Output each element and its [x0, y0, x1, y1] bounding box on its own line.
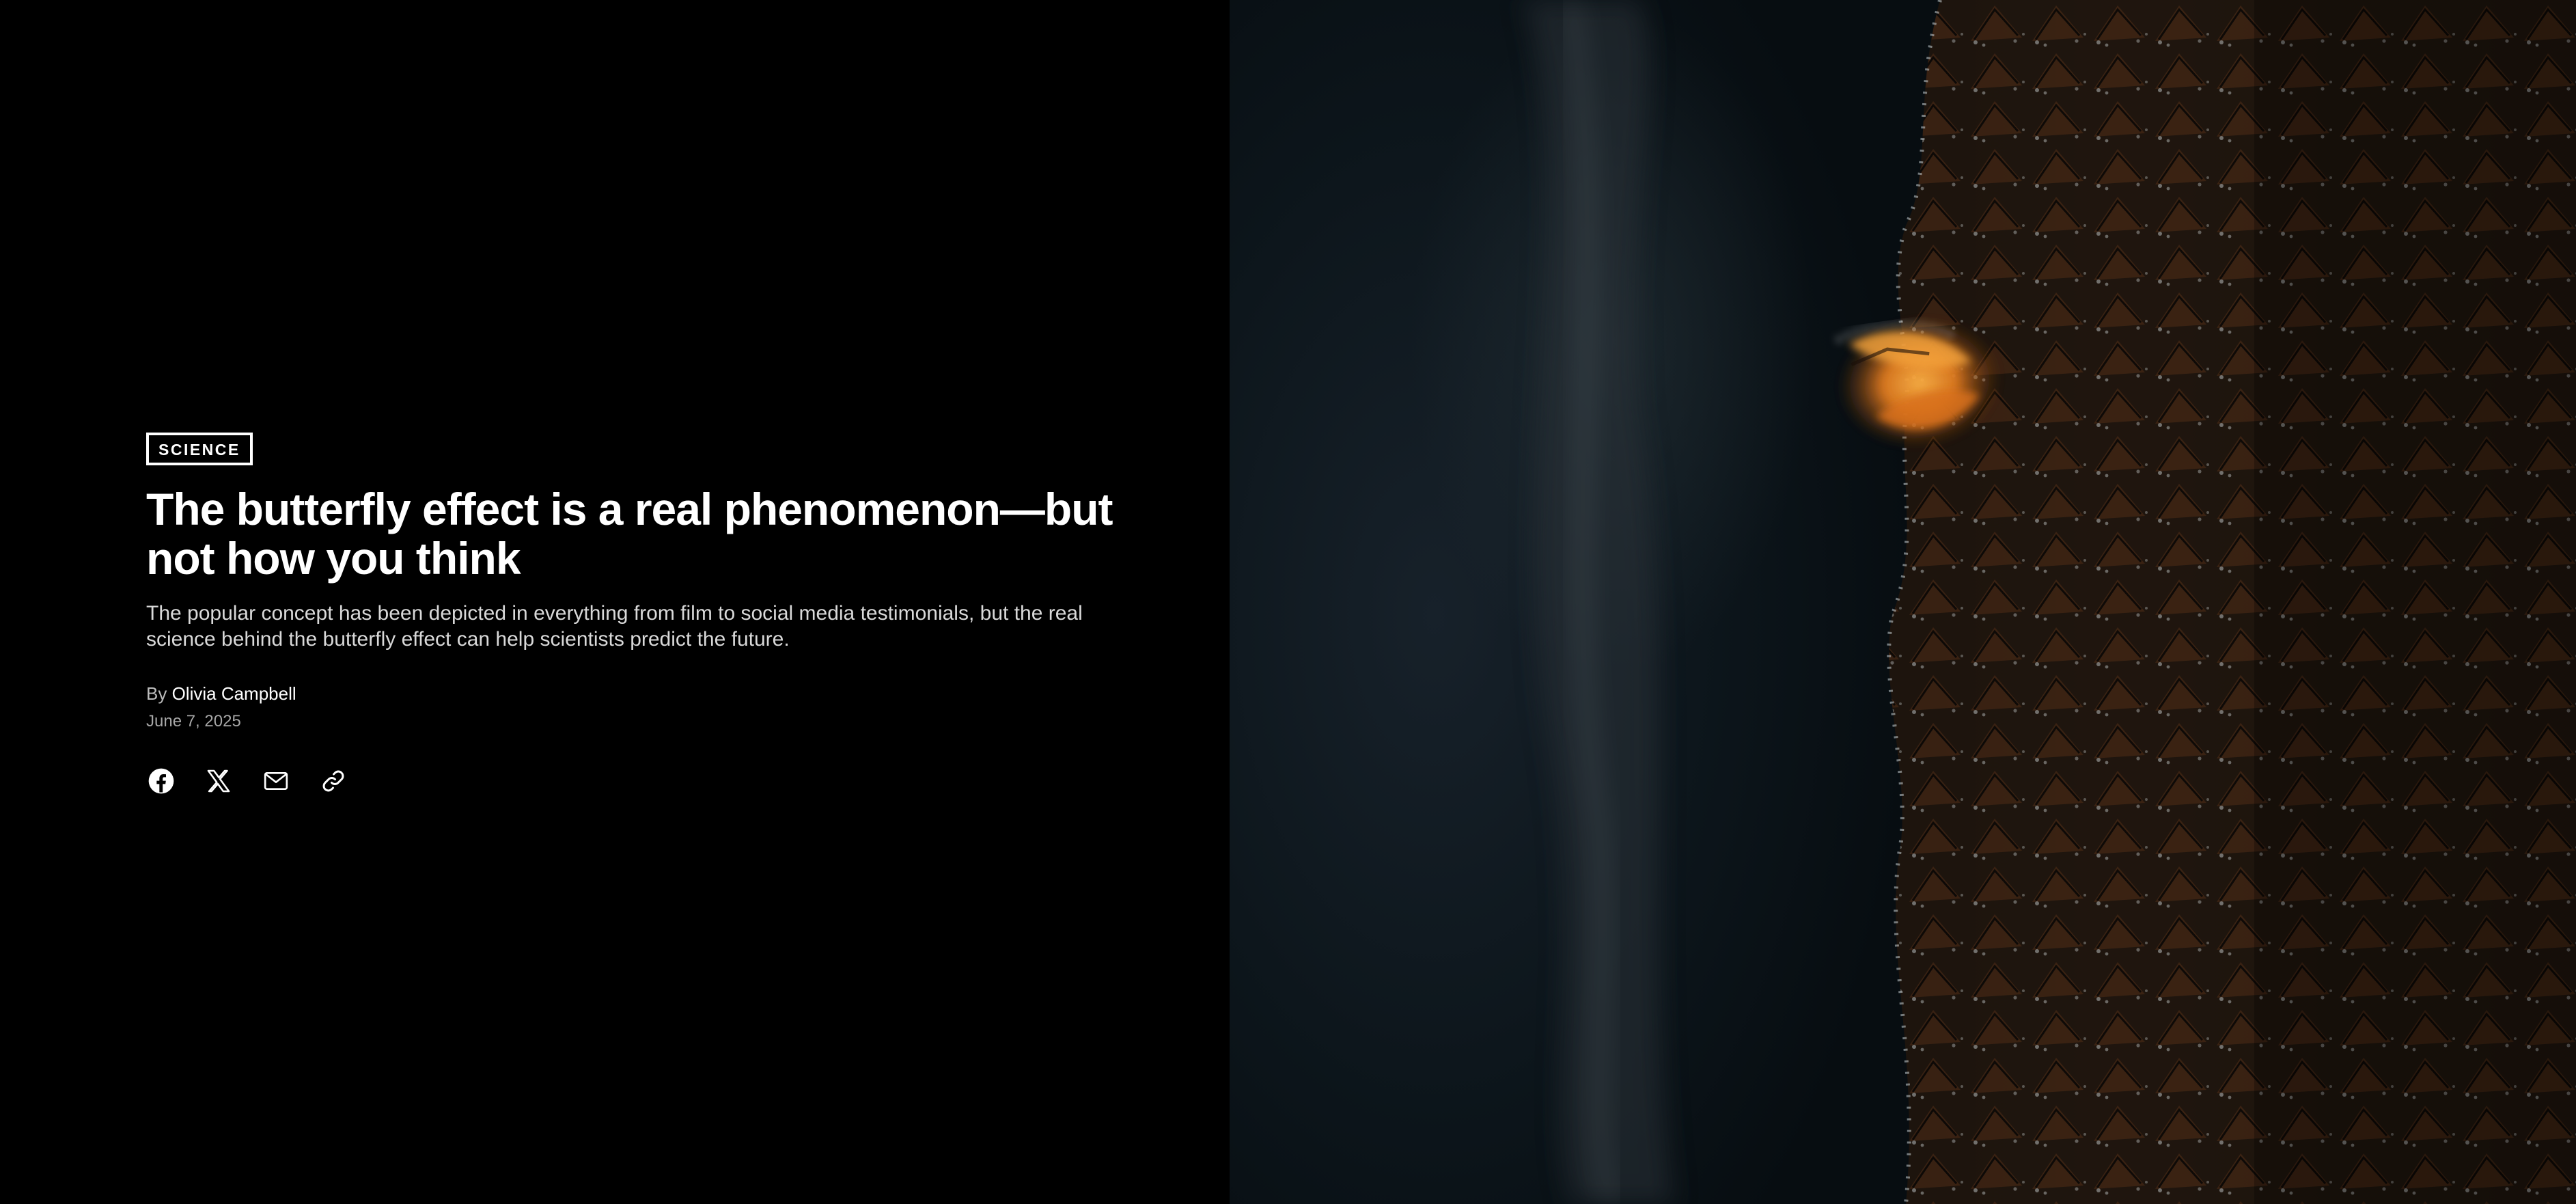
share-bar: [146, 766, 1144, 796]
article-header: SCIENCE The butterfly effect is a real p…: [146, 433, 1144, 796]
article-title: The butterfly effect is a real phenomeno…: [146, 484, 1113, 584]
category-tag[interactable]: SCIENCE: [146, 433, 253, 465]
article-dek: The popular concept has been depicted in…: [146, 602, 1083, 651]
x-icon[interactable]: [204, 766, 234, 796]
byline-prefix: By: [146, 683, 167, 704]
author-link[interactable]: Olivia Campbell: [172, 683, 296, 704]
link-icon[interactable]: [318, 766, 348, 796]
hero-image: [1230, 0, 2576, 1204]
article-page: SCIENCE The butterfly effect is a real p…: [0, 0, 2576, 1204]
email-icon[interactable]: [261, 766, 291, 796]
article-header-panel: SCIENCE The butterfly effect is a real p…: [0, 0, 1230, 1204]
byline: By Olivia Campbell: [146, 683, 1144, 704]
butterfly-photo: [1523, 0, 2576, 1204]
facebook-icon[interactable]: [146, 766, 176, 796]
publish-date: June 7, 2025: [146, 712, 241, 730]
